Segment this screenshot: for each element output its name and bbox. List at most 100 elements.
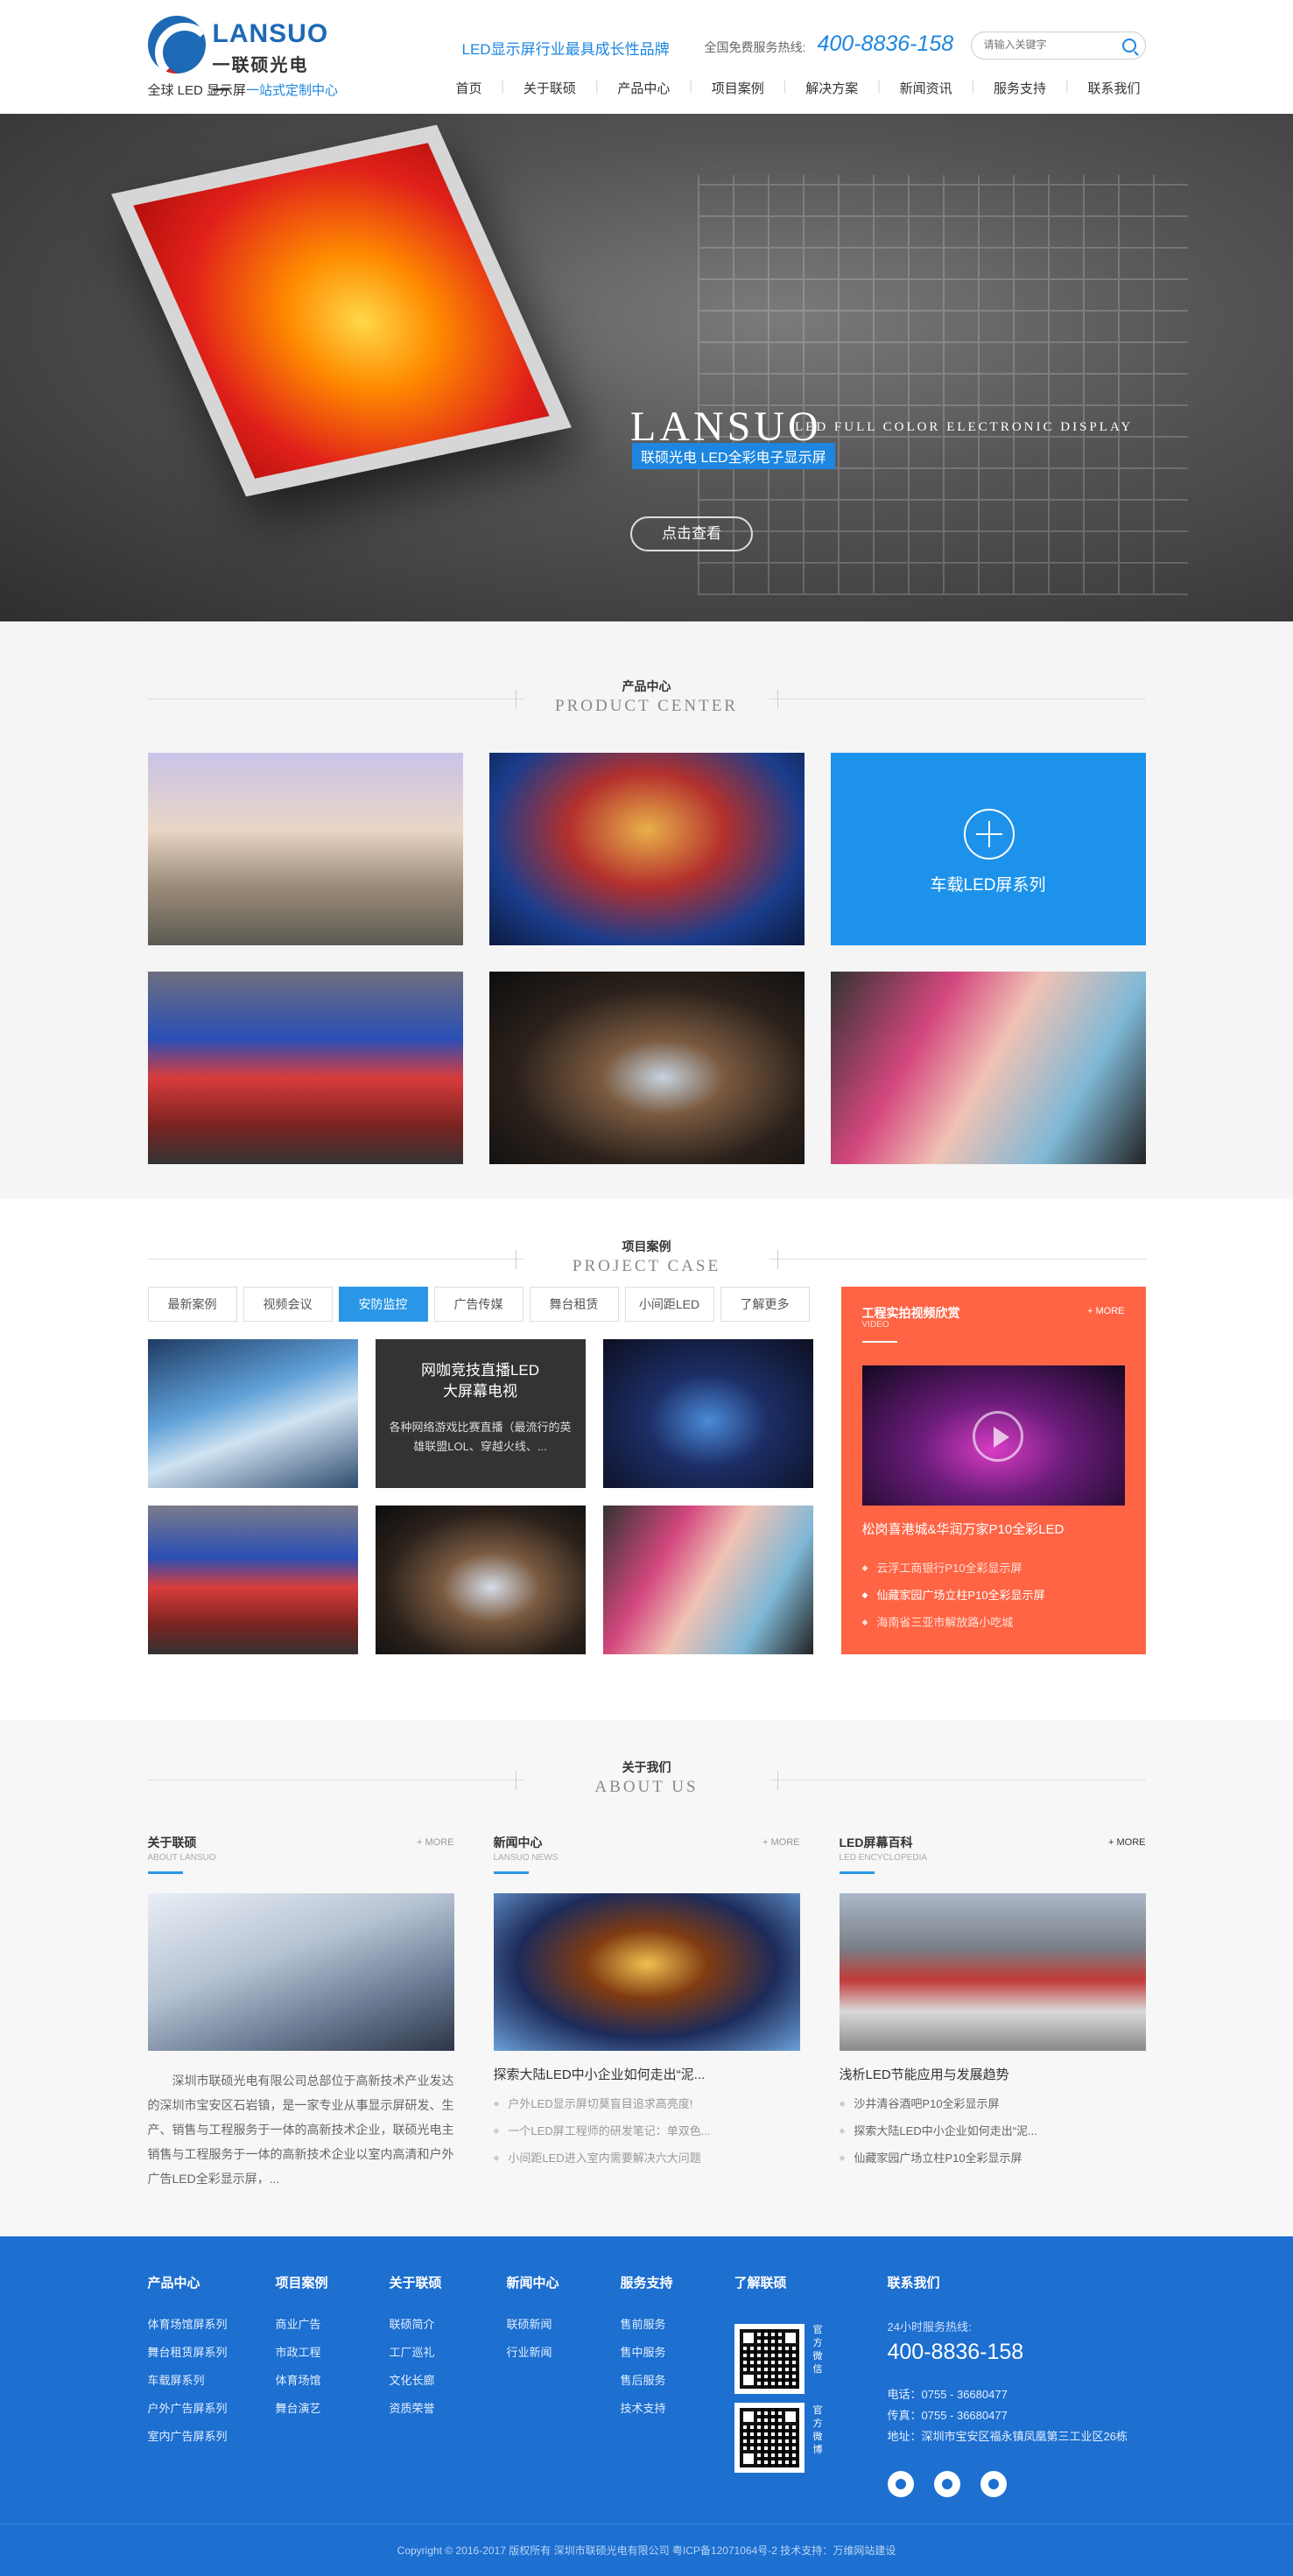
about-us: 关于我们 ABOUT US 关于联硕 ABOUT LANSUO + MORE 深…: [0, 1720, 1293, 2236]
tab-advertising[interactable]: 广告传媒: [433, 1287, 524, 1322]
nav-support[interactable]: 服务支持: [988, 79, 1051, 97]
product-card-featured[interactable]: 车载LED屏系列: [830, 753, 1146, 945]
case-card[interactable]: [602, 1339, 813, 1488]
video-more-link[interactable]: + MORE: [1087, 1306, 1124, 1316]
footer-link[interactable]: 舞台租赁屏系列: [148, 2339, 276, 2367]
encyclopedia-headline[interactable]: 浅析LED节能应用与发展趋势: [840, 2065, 1146, 2083]
footer-link[interactable]: 文化长廊: [390, 2367, 507, 2395]
video-title: 工程实拍视频欣赏: [861, 1306, 960, 1320]
weibo-icon[interactable]: [933, 2471, 960, 2497]
tab-more[interactable]: 了解更多: [720, 1287, 810, 1322]
footer-link[interactable]: 室内广告屏系列: [148, 2423, 276, 2451]
qq-icon[interactable]: [980, 2471, 1007, 2497]
banner-en: LED FULL COLOR ELECTRONIC DISPLAY: [795, 420, 1134, 434]
banner-cn: 联硕光电 LED全彩电子显示屏: [632, 443, 835, 469]
product-card[interactable]: [830, 972, 1146, 1164]
footer-col-cases: 项目案例 商业广告 市政工程 体育场馆 舞台演艺: [276, 2273, 390, 2451]
search-input[interactable]: [983, 39, 1115, 51]
footer-link[interactable]: 户外广告屏系列: [148, 2395, 276, 2423]
case-card[interactable]: [375, 1506, 586, 1654]
project-case: 项目案例 PROJECT CASE 最新案例 视频会议 安防监控 广告传媒 舞台…: [0, 1199, 1293, 1720]
video-thumbnail[interactable]: [861, 1365, 1125, 1506]
about-image[interactable]: [147, 1893, 454, 2051]
tab-latest[interactable]: 最新案例: [147, 1287, 237, 1322]
encyclopedia-image[interactable]: [839, 1893, 1146, 2051]
copyright: Copyright © 2016-2017 版权所有 深圳市联硕光电有限公司 粤…: [0, 2523, 1293, 2576]
hero-banner: LANSUO LED FULL COLOR ELECTRONIC DISPLAY…: [0, 114, 1293, 621]
footer-link[interactable]: 售中服务: [621, 2339, 734, 2367]
tab-stage-rental[interactable]: 舞台租赁: [529, 1287, 619, 1322]
logo[interactable]: LANSUO 一联硕光电一: [147, 16, 327, 101]
case-card[interactable]: [147, 1339, 358, 1488]
footer-link[interactable]: 商业广告: [276, 2311, 390, 2339]
product-card[interactable]: [147, 753, 463, 945]
case-overlay-title: 网咖竞技直播LED 大屏幕电视: [420, 1362, 540, 1400]
product-card[interactable]: [488, 753, 805, 945]
video-list-item[interactable]: 仙藏家园广场立柱P10全彩显示屏: [862, 1582, 1044, 1609]
video-list-item[interactable]: 云浮工商银行P10全彩显示屏: [862, 1555, 1045, 1582]
encyclopedia-item[interactable]: 仙藏家园广场立柱P10全彩显示屏: [840, 2144, 1146, 2172]
about-column: 关于联硕 ABOUT LANSUO + MORE 深圳市联硕光电有限公司总部位于…: [147, 1834, 454, 2186]
qr-label-wechat: 官方微信: [812, 2325, 823, 2375]
more-link[interactable]: + MORE: [762, 1837, 799, 1848]
nav-divider: |: [876, 79, 881, 94]
footer-link[interactable]: 舞台演艺: [276, 2395, 390, 2423]
case-card[interactable]: [147, 1506, 358, 1654]
logo-subtitle: 全球 LED 显示屏一站式定制中心: [148, 81, 339, 99]
hotline-number: 400-8836-158: [817, 32, 954, 56]
footer-link[interactable]: 行业新闻: [507, 2339, 621, 2367]
news-column: 新闻中心 LANSUO NEWS + MORE 探索大陆LED中小企业如何走出“…: [493, 1834, 800, 2184]
video-list-item[interactable]: 海南省三亚市解放路小吃城: [862, 1609, 1045, 1636]
footer-link[interactable]: 技术支持: [621, 2395, 734, 2423]
wechat-icon[interactable]: [887, 2471, 914, 2497]
case-title-cn: 项目案例: [622, 1239, 671, 1253]
tab-small-pitch[interactable]: 小间距LED: [624, 1287, 714, 1322]
hotline-label: 全国免费服务热线:: [704, 40, 806, 54]
encyclopedia-item[interactable]: 沙井清谷酒吧P10全彩显示屏: [840, 2090, 1146, 2117]
nav-about[interactable]: 关于联硕: [518, 79, 581, 97]
contact-phone: 电话：0755 - 36680477: [887, 2388, 1008, 2401]
news-image[interactable]: [493, 1893, 800, 2051]
nav-divider: |: [594, 79, 599, 94]
nav-news[interactable]: 新闻资讯: [895, 79, 958, 97]
search-icon[interactable]: [1121, 39, 1136, 53]
nav-divider: |: [501, 79, 505, 94]
about-section-title: 关于我们 ABOUT US: [147, 1755, 1146, 1807]
news-item[interactable]: 小间距LED进入室内需要解决六大问题: [494, 2144, 800, 2172]
weibo-qr-code: [734, 2403, 805, 2473]
play-icon[interactable]: [972, 1411, 1023, 1462]
encyclopedia-item[interactable]: 探索大陆LED中小企业如何走出“泥...: [840, 2117, 1146, 2144]
logo-mark-icon: [147, 16, 206, 74]
nav-contact[interactable]: 联系我们: [1082, 79, 1145, 97]
news-item[interactable]: 一个LED屏工程师的研发笔记：单双色...: [494, 2117, 800, 2144]
footer-link[interactable]: 售后服务: [621, 2367, 734, 2395]
tab-security[interactable]: 安防监控: [338, 1287, 428, 1322]
more-link[interactable]: + MORE: [417, 1837, 453, 1848]
footer-link[interactable]: 资质荣誉: [390, 2395, 507, 2423]
nav-cases[interactable]: 项目案例: [706, 79, 769, 97]
more-link[interactable]: + MORE: [1108, 1837, 1145, 1848]
banner-view-button[interactable]: 点击查看: [630, 516, 753, 551]
footer-link[interactable]: 车载屏系列: [148, 2367, 276, 2395]
footer-link[interactable]: 联硕简介: [390, 2311, 507, 2339]
tab-video-conference[interactable]: 视频会议: [242, 1287, 333, 1322]
case-card[interactable]: [602, 1506, 813, 1654]
footer-link[interactable]: 联硕新闻: [507, 2311, 621, 2339]
product-title-cn: 产品中心: [622, 679, 671, 693]
nav-home[interactable]: 首页: [451, 79, 488, 97]
footer-link[interactable]: 体育场馆屏系列: [148, 2311, 276, 2339]
product-card[interactable]: [147, 972, 463, 1164]
nav-solutions[interactable]: 解决方案: [800, 79, 863, 97]
footer-link[interactable]: 售前服务: [621, 2311, 734, 2339]
footer-link[interactable]: 市政工程: [276, 2339, 390, 2367]
news-item[interactable]: 户外LED显示屏切莫盲目追求高亮度!: [494, 2090, 800, 2117]
product-card[interactable]: [488, 972, 805, 1164]
news-headline[interactable]: 探索大陆LED中小企业如何走出“泥...: [494, 2065, 800, 2083]
case-card-hover[interactable]: 网咖竞技直播LED 大屏幕电视 各种网络游戏比赛直播（最流行的英雄联盟LOL、穿…: [375, 1339, 586, 1488]
footer-link[interactable]: 体育场馆: [276, 2367, 390, 2395]
footer-link[interactable]: 工厂巡礼: [390, 2339, 507, 2367]
video-caption[interactable]: 松岗喜港城&华润万家P10全彩LED: [862, 1520, 1065, 1538]
col-heading: 新闻中心: [493, 1835, 543, 1850]
nav-products[interactable]: 产品中心: [612, 79, 675, 97]
about-title-en: ABOUT US: [594, 1778, 699, 1796]
